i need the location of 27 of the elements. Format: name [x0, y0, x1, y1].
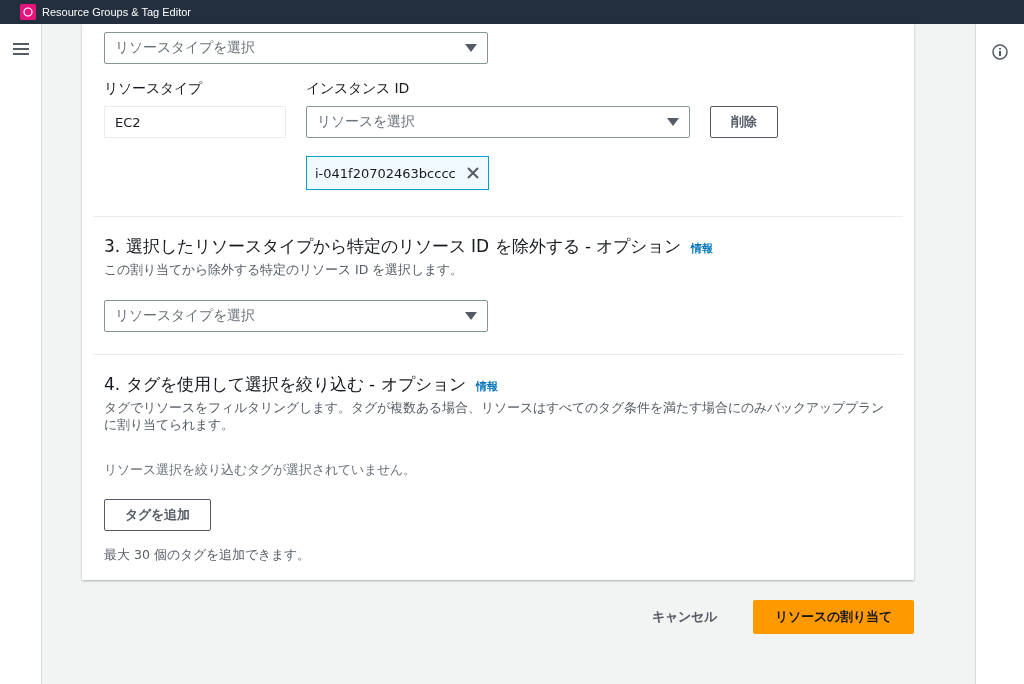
section-heading: 4. タグを使用して選択を絞り込む - オプション — [104, 373, 466, 397]
token-label: i-041f20702463bcccc — [315, 165, 456, 181]
empty-message: リソース選択を絞り込むタグが選択されていません。 — [104, 460, 417, 479]
select-field[interactable]: リソースタイプを選択 — [104, 32, 488, 64]
add-tag-button[interactable]: タグを追加 — [104, 498, 211, 531]
section-description: この割り当てから除外する特定のリソース ID を選択します。 — [104, 262, 465, 279]
info-icon[interactable] — [992, 44, 1008, 60]
remove-button[interactable]: 削除 — [710, 106, 778, 138]
section-description: タグでリソースをフィルタリングします。タグが複数ある場合、リソースはすべてのタグ条件を満たす場合にのみバックアッププランに割り当てられます。 — [104, 400, 885, 433]
field-label: インスタンス ID — [306, 80, 411, 98]
info-link[interactable]: 情報 — [691, 241, 714, 256]
cancel-button[interactable]: キャンセル — [646, 606, 723, 627]
field-label: リソースタイプ — [104, 80, 204, 98]
caret-icon — [465, 44, 477, 52]
select-field[interactable]: リソースを選択 — [306, 106, 690, 138]
hint-text: 最大 30 個のタグを追加できます。 — [104, 546, 311, 564]
caret-icon — [667, 118, 679, 126]
info-link[interactable]: 情報 — [475, 379, 498, 395]
resource-type-value: EC2 — [104, 106, 286, 138]
close-icon[interactable] — [465, 166, 480, 180]
assign-resources-button[interactable]: リソースの割り当て — [753, 599, 914, 634]
app-logo-icon — [20, 4, 36, 20]
section-heading: 3. 選択したリソースタイプから特定のリソース ID を除外する - オプション — [104, 235, 682, 258]
menu-icon[interactable] — [12, 42, 29, 56]
app-title: Resource Groups & Tag Editor — [42, 6, 191, 18]
select-field[interactable]: リソースタイプを選択 — [104, 300, 488, 333]
caret-icon — [465, 312, 477, 321]
